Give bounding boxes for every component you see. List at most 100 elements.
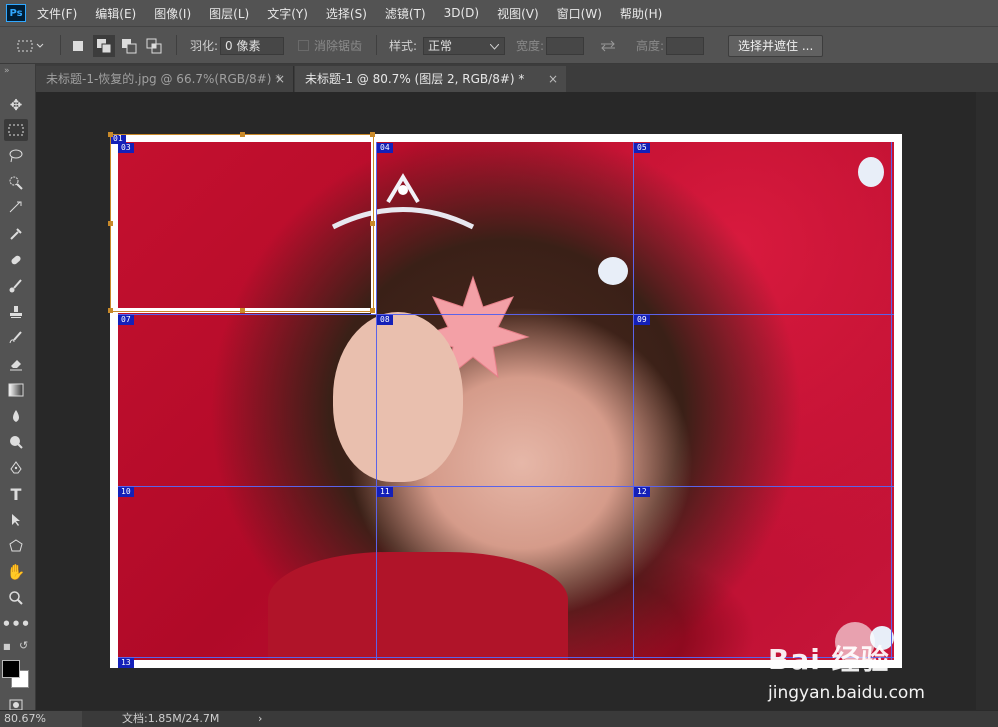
menu-layer[interactable]: 图层(L): [209, 5, 249, 22]
antialias-checkbox[interactable]: [298, 40, 309, 51]
face-graphic: [333, 312, 463, 482]
path-selection-tool-icon[interactable]: [4, 509, 28, 531]
style-label: 样式:: [389, 39, 418, 53]
clone-stamp-tool-icon[interactable]: [4, 301, 28, 323]
flower-graphic: [598, 257, 628, 285]
slice-label[interactable]: 03: [118, 143, 134, 153]
flower-graphic: [858, 157, 884, 187]
zoom-tool-icon[interactable]: [4, 587, 28, 609]
tab-recovered-jpg[interactable]: 未标题-1-恢复的.jpg @ 66.7%(RGB/8#) * ×: [36, 66, 294, 92]
panel-collapse-icon[interactable]: »: [4, 66, 10, 76]
subtract-selection-mode-button[interactable]: [121, 27, 137, 64]
tools-panel: » ✥ T ✋ ••• ■ ↺: [0, 64, 36, 711]
pen-tool-icon[interactable]: [4, 457, 28, 479]
foreground-color-swatch[interactable]: [2, 660, 20, 678]
close-tab-icon[interactable]: ×: [548, 66, 558, 92]
select-and-mask-button[interactable]: 选择并遮住 ...: [728, 34, 824, 57]
document-canvas[interactable]: 01 03 04 05 07 08 09 10 11 12 13: [110, 134, 902, 668]
more-tools-icon[interactable]: •••: [2, 613, 31, 635]
lasso-tool-icon[interactable]: [4, 145, 28, 167]
crop-tool-icon[interactable]: [4, 197, 28, 219]
zoom-level-field[interactable]: 80.67%: [0, 711, 82, 727]
width-label: 宽度:: [516, 39, 545, 53]
type-tool-icon[interactable]: T: [4, 483, 28, 505]
rect-marquee-preset-icon: [17, 40, 44, 51]
intersect-selection-mode-button[interactable]: [146, 27, 162, 64]
swap-arrows-icon: [601, 40, 615, 51]
intersect-selection-icon: [146, 38, 162, 53]
status-bar: 80.67% 文档:1.85M/24.7M ›: [0, 710, 998, 727]
brush-tool-icon[interactable]: [4, 275, 28, 297]
dodge-tool-icon[interactable]: [4, 431, 28, 453]
slice-label[interactable]: 05: [634, 143, 650, 153]
blur-tool-icon[interactable]: [4, 405, 28, 427]
menu-help[interactable]: 帮助(H): [620, 5, 662, 22]
dress-graphic: [268, 552, 568, 660]
swap-colors-icon[interactable]: ↺: [19, 639, 28, 652]
vertical-scroll-area[interactable]: [976, 92, 998, 710]
move-tool-icon[interactable]: ✥: [4, 94, 28, 116]
eraser-tool-icon[interactable]: [4, 353, 28, 375]
menu-window[interactable]: 窗口(W): [557, 5, 602, 22]
slice-label[interactable]: 13: [118, 658, 134, 668]
history-brush-tool-icon[interactable]: [4, 327, 28, 349]
menu-bar: Ps 文件(F) 编辑(E) 图像(I) 图层(L) 文字(Y) 选择(S) 滤…: [0, 0, 998, 26]
eyedropper-tool-icon[interactable]: [4, 223, 28, 245]
marquee-tool-icon[interactable]: [4, 119, 28, 141]
menu-file[interactable]: 文件(F): [37, 5, 77, 22]
slice-label[interactable]: 10: [118, 487, 134, 497]
slice-guide-vertical: [633, 142, 634, 660]
slice-label[interactable]: 09: [634, 315, 650, 325]
shape-tool-icon[interactable]: [4, 535, 28, 557]
feather-label: 羽化:: [190, 39, 219, 53]
menu-view[interactable]: 视图(V): [497, 5, 539, 22]
feather-input[interactable]: 0 像素: [220, 36, 285, 55]
menu-filter[interactable]: 滤镜(T): [385, 5, 426, 22]
chevron-down-icon: [490, 43, 500, 50]
height-input[interactable]: [666, 36, 705, 55]
healing-brush-tool-icon[interactable]: [4, 249, 28, 271]
slice-label[interactable]: 07: [118, 315, 134, 325]
menu-3d[interactable]: 3D(D): [444, 6, 479, 20]
antialias-label: 消除锯齿: [314, 39, 363, 53]
quick-select-tool-icon[interactable]: [4, 171, 28, 193]
new-selection-icon: [73, 40, 83, 51]
close-tab-icon[interactable]: ×: [275, 66, 285, 92]
slice-border-vertical: [371, 142, 376, 314]
tab-label: 未标题-1 @ 80.7% (图层 2, RGB/8#) *: [305, 72, 525, 86]
marquee-preset-picker[interactable]: [16, 27, 44, 64]
portrait-photo: [118, 142, 894, 660]
tiara-graphic: [331, 173, 475, 230]
new-selection-mode-button[interactable]: [72, 27, 84, 64]
document-tabs: 未标题-1-恢复的.jpg @ 66.7%(RGB/8#) * × 未标题-1 …: [36, 64, 998, 92]
tab-untitled-1[interactable]: 未标题-1 @ 80.7% (图层 2, RGB/8#) * ×: [295, 66, 566, 92]
photoshop-logo-icon: Ps: [6, 4, 26, 22]
slice-guide-horizontal: [118, 486, 894, 487]
options-bar: 羽化: 0 像素 消除锯齿 样式: 正常 宽度: 高度: 选择并遮住 ...: [0, 26, 998, 64]
menu-image[interactable]: 图像(I): [154, 5, 191, 22]
slice-guide-horizontal: [118, 314, 894, 315]
swap-width-height-button[interactable]: [600, 27, 616, 64]
default-colors-icon[interactable]: ■: [3, 642, 11, 651]
add-selection-mode-button[interactable]: [93, 27, 115, 64]
menu-edit[interactable]: 编辑(E): [95, 5, 136, 22]
menu-select[interactable]: 选择(S): [326, 5, 367, 22]
width-input[interactable]: [546, 36, 585, 55]
gradient-tool-icon[interactable]: [4, 379, 28, 401]
menu-type[interactable]: 文字(Y): [267, 5, 308, 22]
watermark-url: jingyan.baidu.com: [768, 683, 925, 703]
slice-guide-vertical: [891, 142, 892, 660]
document-size-info: 文档:1.85M/24.7M: [122, 712, 220, 725]
add-selection-icon: [93, 34, 115, 57]
subtract-selection-icon: [122, 38, 137, 53]
style-select[interactable]: 正常: [423, 36, 506, 55]
slice-label[interactable]: 04: [377, 143, 393, 153]
slice-label[interactable]: 08: [377, 315, 393, 325]
status-menu-arrow-icon[interactable]: ›: [258, 711, 262, 727]
slice-border-horizontal: [118, 308, 376, 313]
tab-label: 未标题-1-恢复的.jpg @ 66.7%(RGB/8#) *: [46, 72, 282, 86]
watermark-brand: Bai 经验: [768, 643, 890, 676]
slice-label[interactable]: 12: [634, 487, 650, 497]
hand-tool-icon[interactable]: ✋: [4, 561, 28, 583]
slice-label[interactable]: 11: [377, 487, 393, 497]
